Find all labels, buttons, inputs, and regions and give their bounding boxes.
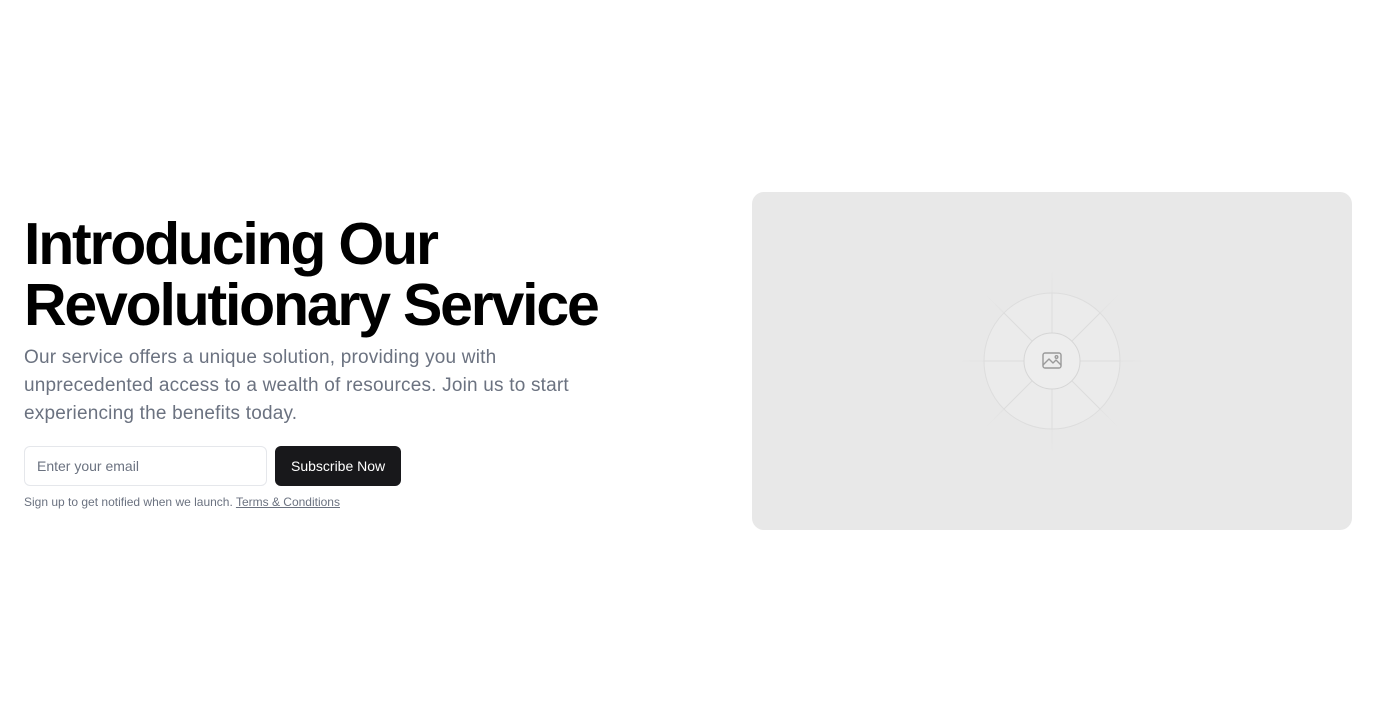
signup-form: Subscribe Now xyxy=(24,446,664,486)
hero-section: Introducing Our Revolutionary Service Our… xyxy=(24,214,664,510)
placeholder-inner-circle xyxy=(1023,332,1081,390)
terms-link[interactable]: Terms & Conditions xyxy=(236,495,340,509)
hero-title: Introducing Our Revolutionary Service xyxy=(24,214,664,336)
hero-title-line-2: Revolutionary Service xyxy=(24,272,600,338)
signup-note-text: Sign up to get notified when we launch. xyxy=(24,495,233,509)
signup-note: Sign up to get notified when we launch. … xyxy=(24,494,664,510)
placeholder-illustration xyxy=(957,266,1147,456)
hero-title-line-1: Introducing Our xyxy=(24,211,439,277)
email-input[interactable] xyxy=(24,446,267,486)
subscribe-button[interactable]: Subscribe Now xyxy=(275,446,402,486)
hero-description: Our service offers a unique solution, pr… xyxy=(24,347,569,424)
image-placeholder xyxy=(752,192,1352,530)
landing-page: Introducing Our Revolutionary Service Our… xyxy=(0,0,1376,722)
